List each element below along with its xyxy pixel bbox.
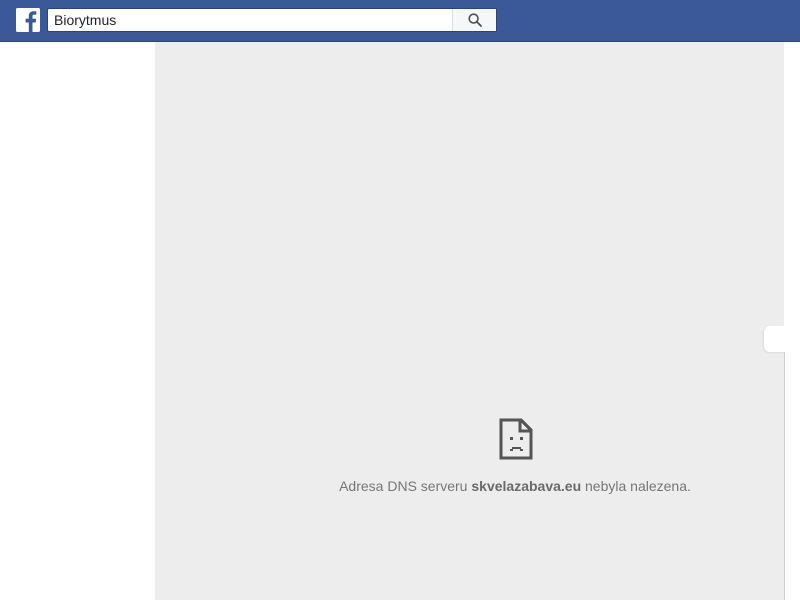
facebook-logo-icon[interactable]	[16, 8, 40, 32]
right-panel-edge	[784, 352, 800, 600]
search-input[interactable]	[48, 9, 452, 31]
top-navigation-bar	[0, 0, 800, 42]
error-domain: skvelazabava.eu	[471, 478, 582, 494]
error-text-after: nebyla nalezena.	[581, 478, 691, 494]
embedded-frame	[155, 42, 784, 600]
side-tab	[764, 326, 800, 352]
magnifier-icon	[468, 13, 482, 27]
error-text-before: Adresa DNS serveru	[339, 478, 472, 494]
dns-error-message: Adresa DNS serveru skvelazabava.eu nebyl…	[155, 478, 800, 494]
search-button[interactable]	[452, 9, 496, 31]
left-sidebar	[0, 42, 155, 600]
sad-document-icon	[499, 418, 533, 460]
search-bar	[47, 8, 497, 32]
